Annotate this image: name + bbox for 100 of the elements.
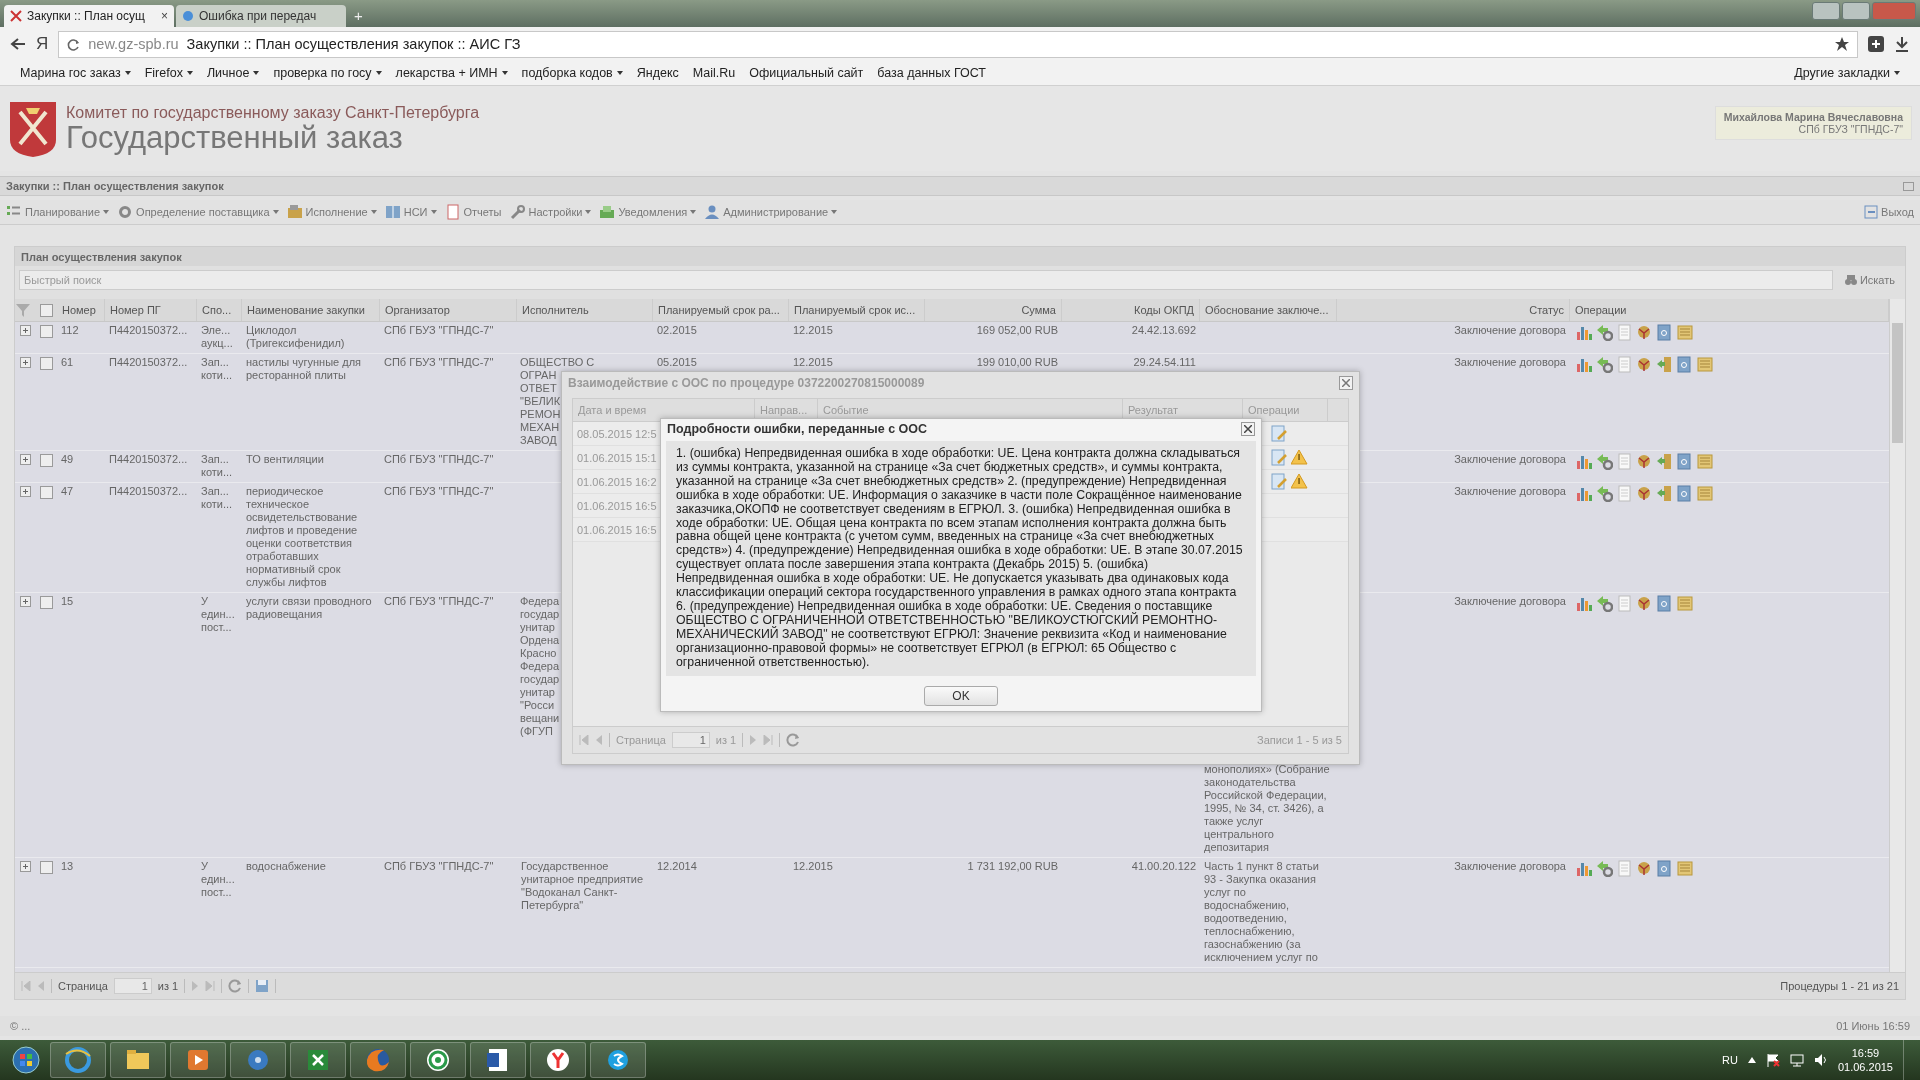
- warning-icon[interactable]: [1291, 473, 1308, 490]
- column-header[interactable]: Номер: [57, 299, 105, 321]
- bookmark[interactable]: Яндекс: [636, 66, 679, 80]
- column-header[interactable]: Организатор: [380, 299, 517, 321]
- scrollbar-thumb[interactable]: [1892, 323, 1903, 443]
- menu-item[interactable]: Отчеты: [444, 204, 502, 220]
- speaker-icon[interactable]: [1813, 1053, 1828, 1067]
- document-edit-icon[interactable]: [1271, 473, 1288, 490]
- close-tab-button[interactable]: ×: [161, 9, 168, 23]
- next-page-icon[interactable]: [749, 735, 758, 745]
- address-field[interactable]: new.gz-spb.ru Закупки :: План осуществления закупок :: АИС ГЗ: [58, 30, 1858, 58]
- bookmark[interactable]: подборка кодов: [521, 66, 623, 80]
- locked-document-icon[interactable]: [1676, 485, 1693, 502]
- warning-icon[interactable]: [1291, 449, 1308, 466]
- expand-icon[interactable]: [20, 861, 31, 872]
- arrow-gear-icon[interactable]: [1596, 324, 1613, 341]
- locked-document-icon[interactable]: [1656, 595, 1673, 612]
- door-arrow-icon[interactable]: [1656, 453, 1673, 470]
- door-arrow-icon[interactable]: [1656, 485, 1673, 502]
- bookmark[interactable]: проверка по госу: [273, 66, 382, 80]
- bar-chart-icon[interactable]: [1576, 356, 1593, 373]
- taskbar-button[interactable]: [50, 1042, 106, 1078]
- column-header[interactable]: Коды ОКПД: [1062, 299, 1200, 321]
- language-indicator[interactable]: RU: [1722, 1054, 1738, 1066]
- bookmark[interactable]: Личное: [206, 66, 260, 80]
- clock[interactable]: 16:59 01.06.2015: [1837, 1046, 1893, 1074]
- new-tab-button[interactable]: +: [348, 7, 369, 27]
- select-all-checkbox[interactable]: [40, 303, 53, 317]
- scrollbar[interactable]: [1889, 299, 1905, 972]
- filter-icon[interactable]: [15, 302, 33, 318]
- bar-chart-icon[interactable]: [1576, 860, 1593, 877]
- bookmark[interactable]: Марина гос заказ: [20, 66, 131, 80]
- menu-item[interactable]: НСИ: [384, 204, 437, 220]
- minimize-button[interactable]: [1812, 2, 1840, 20]
- download-icon[interactable]: [1894, 36, 1910, 52]
- expand-icon[interactable]: [20, 357, 31, 368]
- locked-document-icon[interactable]: [1656, 324, 1673, 341]
- column-header[interactable]: Номер ПГ: [105, 299, 197, 321]
- column-header[interactable]: Наименование закупки: [242, 299, 380, 321]
- row-checkbox[interactable]: [40, 325, 53, 338]
- locked-document-icon[interactable]: [1676, 356, 1693, 373]
- taskbar-button[interactable]: [590, 1042, 646, 1078]
- column-header[interactable]: Исполнитель: [517, 299, 653, 321]
- scroll-icon[interactable]: [1696, 485, 1713, 502]
- first-page-icon[interactable]: [579, 735, 589, 745]
- document-edit-icon[interactable]: [1271, 425, 1288, 442]
- row-checkbox[interactable]: [40, 861, 53, 874]
- bookmark[interactable]: Официальный сайт: [749, 66, 864, 80]
- maximize-button[interactable]: [1842, 2, 1870, 20]
- collapse-button[interactable]: [1903, 181, 1914, 191]
- scroll-icon[interactable]: [1696, 356, 1713, 373]
- expand-icon[interactable]: [20, 486, 31, 497]
- refresh-icon[interactable]: [786, 733, 801, 747]
- expand-icon[interactable]: [20, 325, 31, 336]
- scroll-icon[interactable]: [1676, 595, 1693, 612]
- column-header[interactable]: Спо...: [197, 299, 242, 321]
- scroll-icon[interactable]: [1676, 860, 1693, 877]
- locked-document-icon[interactable]: [1676, 453, 1693, 470]
- expand-icon[interactable]: [20, 454, 31, 465]
- extensions-icon[interactable]: [1868, 36, 1884, 52]
- document-edit-icon[interactable]: [1271, 449, 1288, 466]
- expand-icon[interactable]: [20, 596, 31, 607]
- taskbar-button[interactable]: [530, 1042, 586, 1078]
- row-checkbox[interactable]: [40, 357, 53, 370]
- bookmark[interactable]: Firefox: [144, 66, 193, 80]
- arrow-gear-icon[interactable]: [1596, 860, 1613, 877]
- door-arrow-icon[interactable]: [1656, 356, 1673, 373]
- page-number-field[interactable]: 1: [113, 978, 152, 994]
- bar-chart-icon[interactable]: [1576, 485, 1593, 502]
- bar-chart-icon[interactable]: [1576, 595, 1593, 612]
- arrow-gear-icon[interactable]: [1596, 356, 1613, 373]
- column-header[interactable]: Статус: [1337, 299, 1570, 321]
- menu-item[interactable]: Настройки: [509, 204, 592, 220]
- menu-item[interactable]: Определение поставщика: [117, 204, 279, 220]
- save-icon[interactable]: [255, 979, 270, 993]
- column-header[interactable]: Сумма: [925, 299, 1062, 321]
- search-field[interactable]: Быстрый поиск: [19, 270, 1833, 290]
- previous-page-icon[interactable]: [595, 735, 603, 745]
- row-checkbox[interactable]: [40, 486, 53, 499]
- taskbar-button[interactable]: [470, 1042, 526, 1078]
- bookmark[interactable]: лекарства + ИМН: [395, 66, 508, 80]
- page-number-field[interactable]: 1: [671, 732, 710, 748]
- reload-icon[interactable]: [67, 37, 81, 51]
- arrow-gear-icon[interactable]: [1596, 453, 1613, 470]
- flag-icon[interactable]: [1765, 1053, 1780, 1067]
- row-checkbox[interactable]: [40, 454, 53, 467]
- column-header[interactable]: Планируемый срок ис...: [789, 299, 925, 321]
- taskbar-button[interactable]: [110, 1042, 166, 1078]
- browser-tab[interactable]: Закупки :: План осущ ×: [4, 5, 174, 27]
- scroll-icon[interactable]: [1676, 324, 1693, 341]
- star-icon[interactable]: [1835, 37, 1849, 51]
- logout-button[interactable]: Выход: [1864, 205, 1914, 219]
- close-button[interactable]: [1339, 376, 1353, 390]
- menu-item[interactable]: Исполнение: [286, 204, 377, 220]
- refresh-icon[interactable]: [228, 979, 243, 993]
- column-header[interactable]: Обоснование заключе...: [1200, 299, 1337, 321]
- network-icon[interactable]: [1789, 1053, 1804, 1067]
- row-checkbox[interactable]: [40, 596, 53, 609]
- last-page-icon[interactable]: [763, 735, 774, 745]
- ok-button[interactable]: OK: [924, 685, 998, 706]
